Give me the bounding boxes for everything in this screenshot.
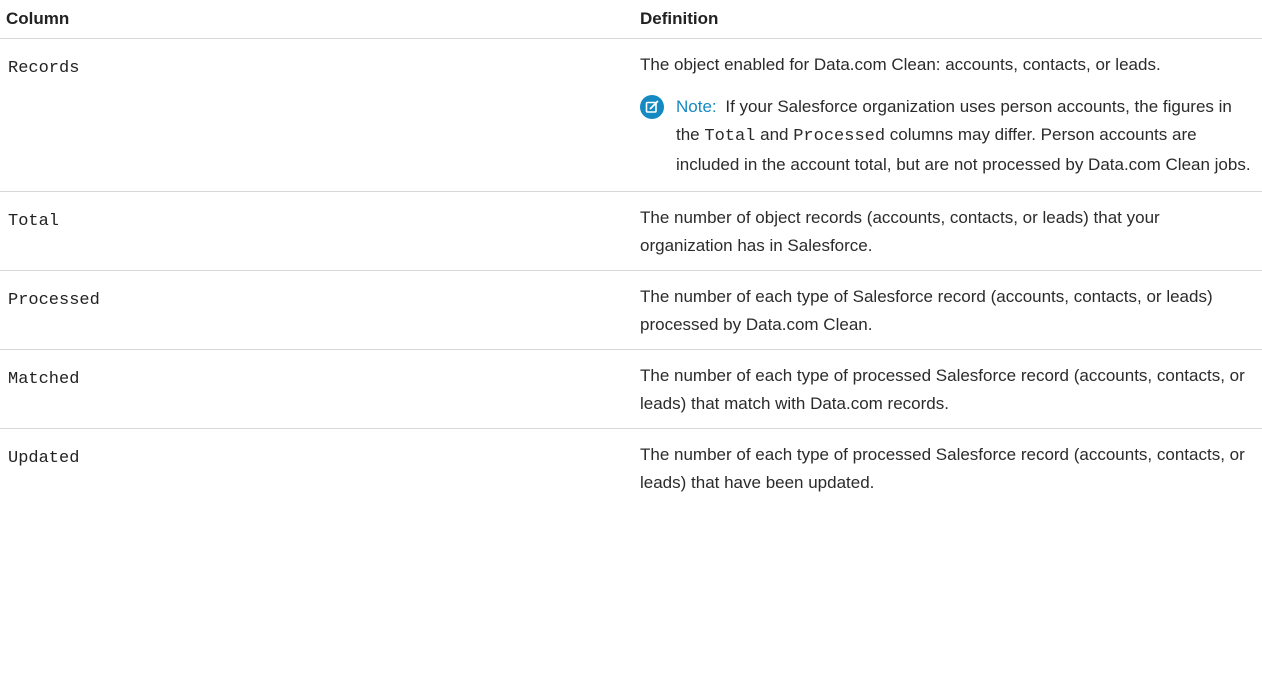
term-cell: Updated [8,449,80,468]
table-row: Total The number of object records (acco… [0,191,1262,271]
term-cell: Processed [0,270,636,350]
note-edit-icon [640,95,664,119]
note-text: and [760,125,789,144]
definitions-table: Column Definition Records The object ena… [0,0,1262,507]
column-header: Column [0,0,636,39]
term-cell: Matched [0,349,636,429]
table-header-row: Column Definition [0,0,1262,39]
definition-header: Definition [636,0,1262,39]
note-label: Note: [676,97,717,116]
table-row: Records The object enabled for Data.com … [0,38,1262,192]
note-code-processed: Processed [793,127,886,146]
note-code-total: Total [704,127,756,146]
definition-cell: The number of each type of processed Sal… [640,445,1245,492]
definition-text: The object enabled for Data.com Clean: a… [640,55,1161,74]
table-row: Processed The number of each type of Sal… [0,270,1262,350]
definition-cell: The object enabled for Data.com Clean: a… [636,38,1262,192]
table-row: Updated The number of each type of proce… [0,429,1262,508]
definition-cell: The number of each type of Salesforce re… [636,270,1262,350]
term-cell: Records [0,38,636,192]
definition-cell: The number of each type of processed Sal… [636,349,1262,429]
table-row: Matched The number of each type of proce… [0,349,1262,429]
term-cell: Total [0,191,636,271]
definition-cell: The number of object records (accounts, … [636,191,1262,271]
note-block: Note: If your Salesforce organization us… [640,93,1256,181]
